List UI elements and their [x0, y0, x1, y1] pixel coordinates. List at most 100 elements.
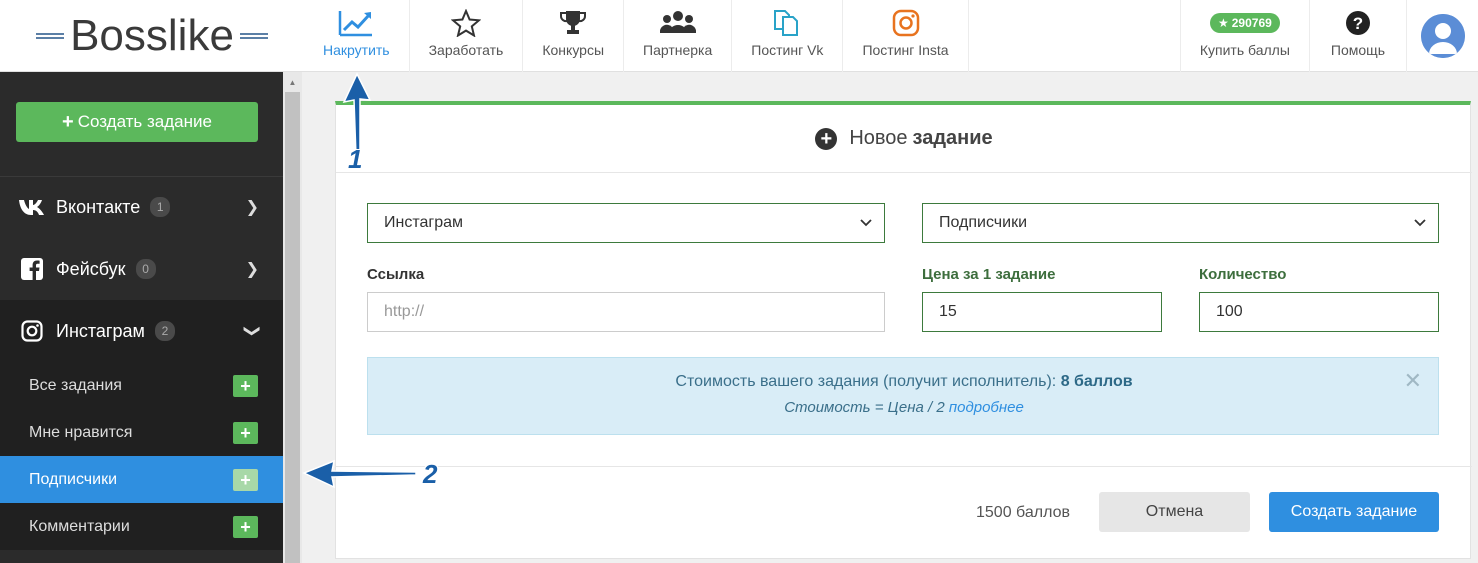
quantity-input[interactable]: 100	[1199, 292, 1439, 332]
instagram-icon	[18, 319, 46, 343]
sub-label: Комментарии	[29, 517, 130, 535]
task-type-select[interactable]: Подписчики	[922, 203, 1439, 243]
chevron-right-icon: ❯	[245, 199, 259, 216]
nav-item-posting-insta[interactable]: Постинг Insta	[843, 0, 969, 72]
title-bold: задание	[912, 127, 993, 149]
link-input[interactable]: http://	[367, 292, 885, 332]
nav-label: Накрутить	[323, 42, 390, 58]
main-nav: Накрутить Заработать Конкурсы Партнерка	[304, 0, 969, 72]
new-task-card: + Новое задание Инстаграм Подписчики Ссыл…	[335, 101, 1472, 559]
more-link[interactable]: подробнее	[949, 399, 1024, 416]
add-icon[interactable]: +	[233, 515, 258, 538]
cost-info-alert: Стоимость вашего задания (получит исполн…	[367, 357, 1439, 435]
create-task-label: Создать задание	[77, 112, 212, 131]
sidebar: + Создать задание Вконтакте 1 ❯ Фейсбук 0…	[0, 72, 283, 563]
total-cost: 1500 баллов	[976, 504, 1070, 521]
nav-item-contests[interactable]: Конкурсы	[523, 0, 625, 72]
sub-label: Подписчики	[29, 470, 118, 488]
add-icon[interactable]: +	[233, 374, 258, 397]
price-label: Цена за 1 задание	[922, 266, 1056, 283]
info-line-1: Стоимость вашего задания (получит исполн…	[368, 373, 1440, 391]
cancel-button[interactable]: Отмена	[1099, 492, 1250, 532]
nav-label: Помощь	[1330, 42, 1385, 58]
link-placeholder: http://	[384, 303, 425, 320]
logo-prefix: Boss	[70, 11, 168, 60]
chevron-right-icon: ❯	[245, 261, 259, 278]
count-badge: 1	[150, 197, 171, 217]
facebook-icon	[18, 257, 46, 281]
card-title: + Новое задание	[336, 105, 1472, 173]
title-prefix: Новое	[849, 127, 908, 149]
logo-left-dash	[36, 33, 65, 39]
instagram-icon	[892, 8, 920, 38]
sidebar-item-vk[interactable]: Вконтакте 1 ❯	[0, 176, 283, 238]
logo-text: Bosslike	[70, 14, 234, 58]
svg-text:?: ?	[1353, 14, 1363, 33]
sidebar-item-instagram[interactable]: Инстаграм 2 ❯	[0, 300, 283, 362]
select-value: Инстаграм	[384, 214, 464, 231]
link-label: Ссылка	[367, 266, 425, 283]
info-line-2: Стоимость = Цена / 2 подробнее	[368, 399, 1440, 416]
annotation-arrow-left-icon	[302, 459, 417, 489]
header-right: ★ 290769 Купить баллы ? Помощь	[1179, 0, 1478, 72]
qty-label: Количество	[1199, 266, 1287, 283]
scroll-thumb[interactable]	[285, 92, 300, 563]
price-value: 15	[939, 303, 957, 320]
star-outline-icon	[450, 8, 481, 38]
avatar	[1420, 14, 1465, 58]
chevron-down-icon: ❯	[243, 324, 261, 338]
scroll-up-arrow-icon[interactable]: ▲	[283, 72, 302, 92]
formula-text: Стоимость = Цена / 2	[784, 399, 945, 416]
logo[interactable]: Bosslike	[0, 0, 304, 72]
chart-line-icon	[338, 8, 374, 38]
buy-points[interactable]: ★ 290769 Купить баллы	[1179, 0, 1309, 72]
users-icon	[659, 8, 696, 38]
sidebar-item-label: Вконтакте	[56, 196, 141, 217]
logo-suffix: like	[167, 11, 234, 60]
nav-item-earn[interactable]: Заработать	[410, 0, 524, 72]
nav-label: Постинг Insta	[862, 42, 949, 58]
user-menu[interactable]	[1406, 0, 1478, 72]
nav-item-posting-vk[interactable]: Постинг Vk	[732, 0, 844, 72]
create-task-button[interactable]: + Создать задание	[16, 102, 258, 142]
sidebar-sub-likes[interactable]: Мне нравится +	[0, 409, 283, 456]
sidebar-item-label: Инстаграм	[56, 320, 145, 341]
sidebar-sub-followers[interactable]: Подписчики +	[0, 456, 283, 503]
nav-label: Постинг Vk	[751, 42, 824, 58]
network-select[interactable]: Инстаграм	[367, 203, 885, 243]
balance-wrap: ★ 290769	[1209, 8, 1280, 38]
copy-files-icon	[771, 8, 803, 38]
select-value: Подписчики	[939, 214, 1028, 231]
price-input[interactable]: 15	[922, 292, 1162, 332]
sidebar-sub-comments[interactable]: Комментарии +	[0, 503, 283, 550]
help[interactable]: ? Помощь	[1308, 0, 1406, 72]
balance-badge: ★ 290769	[1209, 13, 1280, 33]
sidebar-sub-all-tasks[interactable]: Все задания +	[0, 362, 283, 409]
plus-icon: +	[62, 110, 74, 133]
close-icon[interactable]: ✕	[1404, 370, 1422, 392]
info-text: Стоимость вашего задания (получит исполн…	[675, 373, 1057, 390]
nav-label: Купить баллы	[1199, 42, 1290, 58]
app-root: Bosslike Накрутить Заработать Конкурсы П…	[0, 0, 1478, 563]
sidebar-item-facebook[interactable]: Фейсбук 0 ❯	[0, 238, 283, 300]
plus-circle-icon: +	[815, 127, 838, 150]
logo-right-dash	[239, 33, 268, 39]
submit-task-button[interactable]: Создать задание	[1269, 492, 1439, 532]
star-icon: ★	[1217, 16, 1229, 30]
sub-label: Мне нравится	[29, 423, 133, 441]
chevron-down-icon	[1414, 216, 1426, 230]
nav-item-partner[interactable]: Партнерка	[624, 0, 733, 72]
info-bold: 8 баллов	[1060, 373, 1133, 390]
annotation-2: 2	[423, 459, 438, 489]
annotation-1: 1	[348, 144, 363, 174]
nav-item-boost[interactable]: Накрутить	[304, 0, 410, 72]
trophy-icon	[558, 8, 588, 38]
card-footer-divider	[336, 466, 1472, 467]
count-badge: 0	[135, 259, 156, 279]
add-icon[interactable]: +	[233, 421, 258, 444]
nav-label: Заработать	[428, 42, 504, 58]
add-icon[interactable]: +	[233, 468, 258, 491]
sub-label: Все задания	[29, 376, 122, 394]
sidebar-item-label: Фейсбук	[56, 258, 126, 279]
chevron-down-icon	[860, 216, 872, 230]
